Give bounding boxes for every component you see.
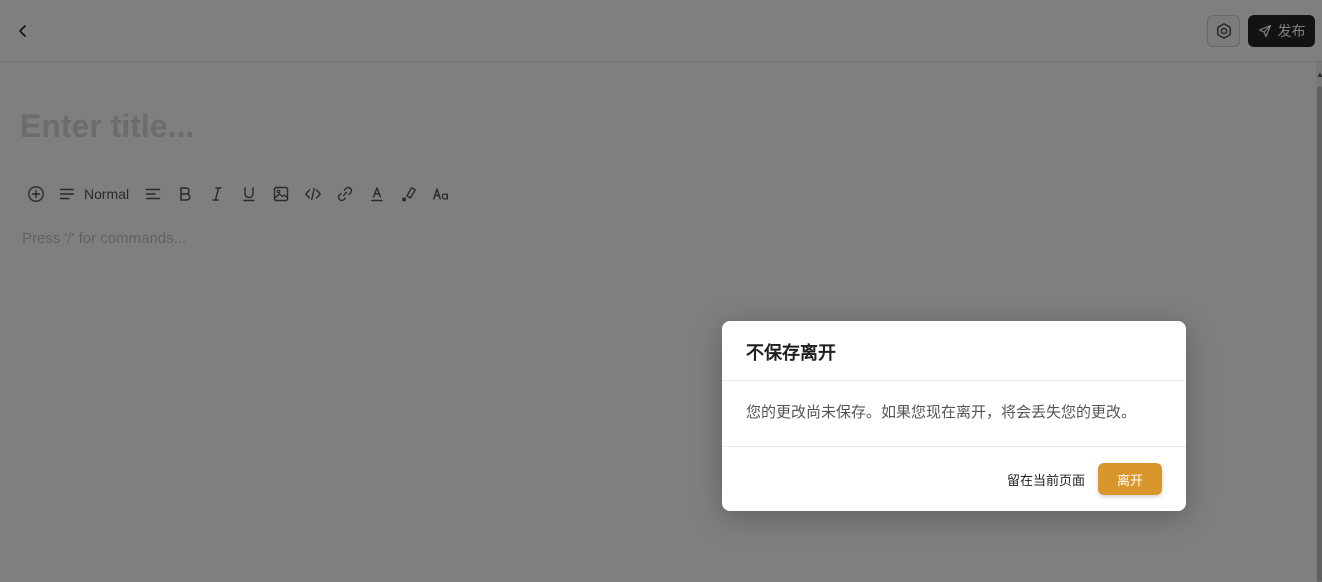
dialog-title: 不保存离开 <box>746 343 836 363</box>
dialog-header: 不保存离开 <box>722 321 1186 381</box>
stay-button[interactable]: 留在当前页面 <box>1007 470 1085 489</box>
leave-confirm-dialog: 不保存离开 您的更改尚未保存。如果您现在离开，将会丢失您的更改。 留在当前页面 … <box>722 321 1186 511</box>
dialog-footer: 留在当前页面 离开 <box>722 447 1186 511</box>
leave-button[interactable]: 离开 <box>1098 463 1162 495</box>
dialog-message: 您的更改尚未保存。如果您现在离开，将会丢失您的更改。 <box>722 381 1186 447</box>
